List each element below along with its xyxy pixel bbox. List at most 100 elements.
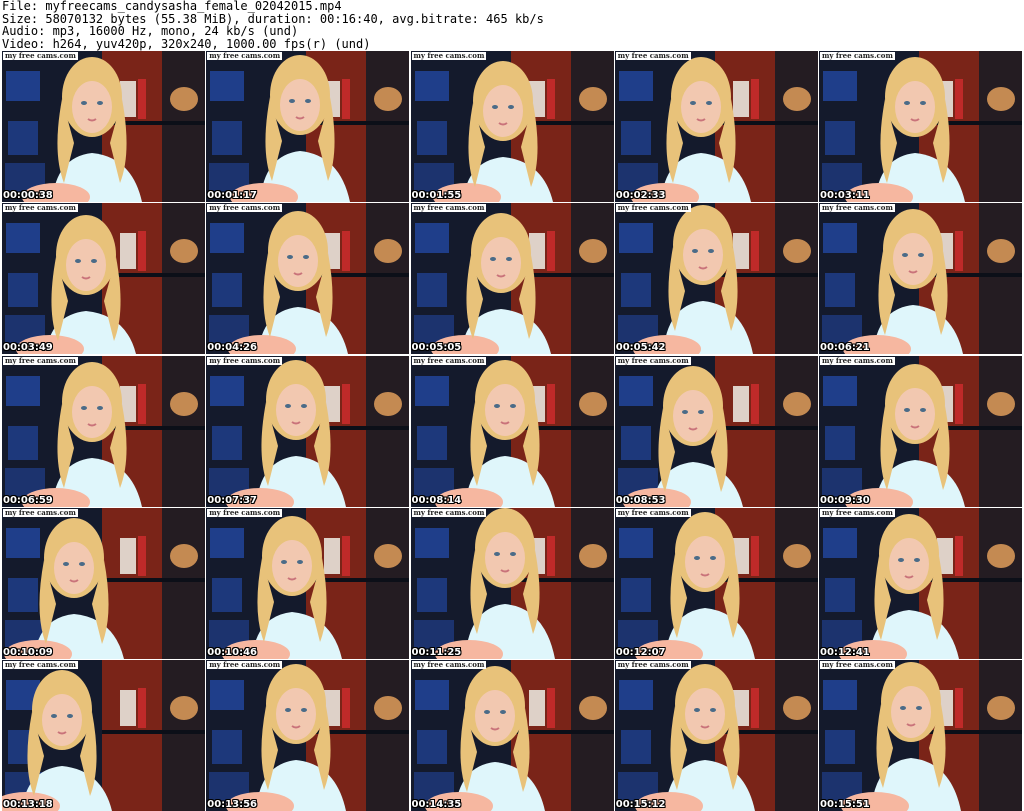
thumbnail-frame[interactable]: my free cams.com 00:09:30 [819, 355, 1022, 507]
thumbnail-frame[interactable]: my free cams.com 00:00:38 [2, 51, 205, 202]
timestamp-label: 00:15:12 [615, 799, 666, 810]
timestamp-label: 00:06:21 [820, 342, 870, 354]
frame-image [206, 203, 410, 355]
thumbnail-frame[interactable]: my free cams.com 00:06:21 [819, 203, 1022, 355]
thumbnail-frame[interactable]: my free cams.com 00:08:14 [410, 355, 614, 507]
timestamp-label: 00:10:46 [207, 646, 257, 658]
timestamp-label: 00:10:09 [3, 646, 53, 658]
thumbnail-frame[interactable]: my free cams.com 00:02:33 [614, 51, 818, 202]
frame-image [614, 507, 818, 659]
watermark-label: my free cams.com [615, 507, 691, 517]
timestamp-label: 00:15:51 [820, 799, 870, 810]
frame-image [410, 51, 614, 202]
timestamp-label: 00:05:05 [411, 342, 462, 354]
frame-image [206, 660, 410, 811]
watermark-label: my free cams.com [820, 660, 895, 669]
watermark-label: my free cams.com [207, 660, 283, 669]
frame-image [819, 660, 1022, 811]
timestamp-label: 00:03:11 [820, 190, 870, 201]
thumbnail-frame[interactable]: my free cams.com 00:03:11 [819, 51, 1022, 202]
timestamp-label: 00:08:53 [615, 494, 666, 506]
frame-image [410, 660, 614, 811]
watermark-label: my free cams.com [615, 355, 691, 365]
watermark-label: my free cams.com [411, 507, 487, 517]
timestamp-label: 00:13:56 [207, 799, 257, 810]
audio-info-line: Audio: mp3, 16000 Hz, mono, 24 kb/s (und… [2, 24, 299, 38]
frame-image [206, 355, 410, 507]
thumbnail-frame[interactable]: my free cams.com 00:10:09 [2, 507, 205, 659]
frame-image [819, 203, 1022, 355]
watermark-label: my free cams.com [3, 660, 78, 669]
thumbnail-frame[interactable]: my free cams.com 00:15:12 [614, 660, 818, 811]
thumbnail-frame[interactable]: my free cams.com 00:04:26 [206, 203, 410, 355]
timestamp-label: 00:01:17 [207, 190, 257, 201]
watermark-label: my free cams.com [615, 51, 691, 60]
watermark-label: my free cams.com [411, 51, 487, 60]
watermark-label: my free cams.com [207, 203, 283, 213]
thumbnail-frame[interactable]: my free cams.com 00:11:25 [410, 507, 614, 659]
video-info-line: Video: h264, yuv420p, 320x240, 1000.00 f… [2, 36, 371, 51]
thumbnail-frame[interactable]: my free cams.com 00:06:59 [2, 355, 205, 507]
frame-image [2, 51, 205, 202]
thumbnail-frame[interactable]: my free cams.com 00:14:35 [410, 660, 614, 811]
thumbnail-frame[interactable]: my free cams.com 00:10:46 [206, 507, 410, 659]
frame-image [410, 507, 614, 659]
frame-image [614, 51, 818, 202]
frame-image [614, 355, 818, 507]
watermark-label: my free cams.com [820, 203, 895, 213]
watermark-label: my free cams.com [3, 203, 78, 213]
thumbnail-frame[interactable]: my free cams.com 00:07:37 [206, 355, 410, 507]
thumbnail-frame[interactable]: my free cams.com 00:08:53 [614, 355, 818, 507]
timestamp-label: 00:12:41 [820, 646, 870, 658]
thumbnail-frame[interactable]: my free cams.com 00:12:07 [614, 507, 818, 659]
watermark-label: my free cams.com [615, 660, 691, 669]
timestamp-label: 00:04:26 [207, 342, 257, 354]
frame-image [2, 507, 205, 659]
timestamp-label: 00:05:42 [615, 342, 666, 354]
watermark-label: my free cams.com [411, 660, 487, 669]
frame-image [206, 507, 410, 659]
timestamp-label: 00:02:33 [615, 190, 666, 201]
timestamp-label: 00:11:25 [411, 646, 462, 658]
watermark-label: my free cams.com [3, 51, 78, 60]
timestamp-label: 00:08:14 [411, 494, 462, 506]
frame-image [614, 203, 818, 355]
watermark-label: my free cams.com [3, 507, 78, 517]
timestamp-label: 00:14:35 [411, 799, 462, 810]
frame-image [2, 660, 205, 811]
frame-image [819, 355, 1022, 507]
watermark-label: my free cams.com [3, 355, 78, 365]
thumbnail-frame[interactable]: my free cams.com 00:01:17 [206, 51, 410, 202]
file-info-header: File: myfreecams_candysasha_female_02042… [2, 0, 1022, 50]
frame-image [2, 203, 205, 355]
thumbnail-frame[interactable]: my free cams.com 00:05:42 [614, 203, 818, 355]
thumbnail-frame[interactable]: my free cams.com 00:13:18 [2, 660, 205, 811]
thumbnail-frame[interactable]: my free cams.com 00:05:05 [410, 203, 614, 355]
thumbnail-frame[interactable]: my free cams.com 00:15:51 [819, 660, 1022, 811]
frame-image [614, 660, 818, 811]
timestamp-label: 00:12:07 [615, 646, 666, 658]
frame-image [819, 51, 1022, 202]
thumbnail-frame[interactable]: my free cams.com 00:03:49 [2, 203, 205, 355]
watermark-label: my free cams.com [820, 507, 895, 517]
timestamp-label: 00:09:30 [820, 494, 870, 506]
watermark-label: my free cams.com [207, 507, 283, 517]
thumbnail-grid: my free cams.com 00:00:38 my free cams.com… [2, 51, 1022, 811]
frame-image [410, 203, 614, 355]
timestamp-label: 00:13:18 [3, 799, 53, 810]
file-name-line: File: myfreecams_candysasha_female_02042… [2, 0, 342, 13]
frame-image [206, 51, 410, 202]
watermark-label: my free cams.com [615, 203, 691, 213]
watermark-label: my free cams.com [207, 355, 283, 365]
timestamp-label: 00:01:55 [411, 190, 462, 201]
watermark-label: my free cams.com [207, 51, 283, 60]
thumbnail-frame[interactable]: my free cams.com 00:01:55 [410, 51, 614, 202]
timestamp-label: 00:03:49 [3, 342, 53, 354]
watermark-label: my free cams.com [411, 355, 487, 365]
frame-image [2, 355, 205, 507]
thumbnail-frame[interactable]: my free cams.com 00:13:56 [206, 660, 410, 811]
timestamp-label: 00:06:59 [3, 494, 53, 506]
thumbnail-frame[interactable]: my free cams.com 00:12:41 [819, 507, 1022, 659]
watermark-label: my free cams.com [820, 51, 895, 60]
frame-image [410, 355, 614, 507]
